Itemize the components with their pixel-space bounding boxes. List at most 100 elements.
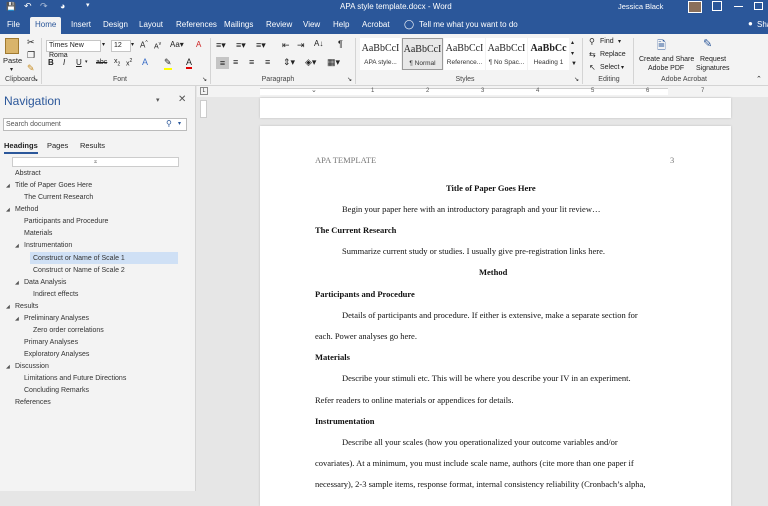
request-label-1[interactable]: Request bbox=[700, 56, 726, 63]
nav-tab-pages[interactable]: Pages bbox=[47, 141, 68, 150]
nav-item-primary[interactable]: Primary Analyses bbox=[24, 337, 78, 348]
style-normal[interactable]: AaBbCcI ¶ Normal bbox=[402, 38, 443, 70]
replace-icon[interactable]: ⇆ bbox=[589, 50, 596, 59]
nav-item-references[interactable]: References bbox=[15, 397, 51, 408]
tab-home[interactable]: Home bbox=[30, 17, 62, 34]
tell-me-box[interactable]: Tell me what you want to do bbox=[419, 20, 518, 29]
increase-indent-icon[interactable]: ⇥ bbox=[297, 40, 305, 51]
expand-triangle-icon[interactable]: ◢ bbox=[15, 280, 19, 286]
font-name-dropdown-icon[interactable]: ▾ bbox=[102, 41, 105, 48]
nav-options-icon[interactable]: ▾ bbox=[156, 96, 160, 104]
font-size-box[interactable]: 12 bbox=[111, 40, 131, 52]
expand-triangle-icon[interactable]: ◢ bbox=[15, 316, 19, 322]
autosave-icon[interactable]: ◕ bbox=[60, 1, 65, 11]
nav-item-title[interactable]: Title of Paper Goes Here bbox=[15, 180, 92, 191]
indent-marker-icon[interactable]: ⌄ bbox=[311, 86, 317, 94]
font-size-dropdown-icon[interactable]: ▾ bbox=[131, 41, 134, 48]
paper-title[interactable]: Title of Paper Goes Here bbox=[446, 183, 536, 193]
style-apa[interactable]: AaBbCcI APA style... bbox=[360, 38, 401, 70]
format-painter-icon[interactable]: ✎ bbox=[27, 63, 35, 74]
tab-layout[interactable]: Layout bbox=[134, 17, 168, 34]
horizontal-ruler[interactable]: L ⌄ 1 2 3 4 5 6 7 bbox=[197, 86, 768, 97]
borders-icon[interactable]: ▦▾ bbox=[327, 57, 340, 68]
highlight-icon[interactable]: ✎ bbox=[164, 57, 172, 70]
share-button[interactable]: Sha bbox=[757, 20, 768, 29]
styles-scroll-down-icon[interactable]: ▾ bbox=[571, 50, 574, 57]
nav-item-concluding[interactable]: Concluding Remarks bbox=[24, 385, 89, 396]
style-reference[interactable]: AaBbCcI Reference... bbox=[444, 38, 485, 70]
line-spacing-icon[interactable]: ⇕▾ bbox=[283, 57, 295, 68]
expand-triangle-icon[interactable]: ◢ bbox=[6, 364, 10, 370]
numbering-icon[interactable]: ≡▾ bbox=[236, 40, 246, 51]
current-research-paragraph[interactable]: Summarize current study or studies. I us… bbox=[342, 246, 605, 256]
grow-font-icon[interactable]: A^ bbox=[140, 40, 148, 50]
styles-scroll-up-icon[interactable]: ▴ bbox=[571, 39, 574, 46]
vertical-ruler[interactable] bbox=[200, 100, 207, 118]
participants-line-1[interactable]: Details of participants and procedure. I… bbox=[342, 310, 638, 320]
customize-toolbar-icon[interactable]: ▾ bbox=[86, 1, 90, 9]
clipboard-launcher-icon[interactable]: ↘ bbox=[33, 76, 38, 83]
nav-item-method[interactable]: Method bbox=[15, 204, 38, 215]
copy-icon[interactable]: ❐ bbox=[27, 50, 35, 61]
nav-item-exploratory[interactable]: Exploratory Analyses bbox=[24, 349, 89, 360]
tab-file[interactable]: File bbox=[2, 17, 25, 34]
superscript-icon[interactable]: x2 bbox=[126, 58, 132, 67]
nav-item-discussion[interactable]: Discussion bbox=[15, 361, 49, 372]
align-left-icon[interactable]: ≡ bbox=[216, 57, 229, 69]
paste-dropdown-icon[interactable]: ▾ bbox=[10, 66, 13, 73]
intro-paragraph[interactable]: Begin your paper here with an introducto… bbox=[342, 204, 600, 214]
instrumentation-line-1[interactable]: Describe all your scales (how you operat… bbox=[342, 437, 618, 447]
create-share-label-1[interactable]: Create and Share bbox=[639, 56, 694, 63]
justify-icon[interactable]: ≡ bbox=[265, 57, 270, 67]
heading-current-research[interactable]: The Current Research bbox=[315, 225, 396, 235]
style-no-spacing[interactable]: AaBbCcI ¶ No Spac... bbox=[486, 38, 527, 70]
instrumentation-line-2[interactable]: covariates). At a minimum, you must incl… bbox=[315, 458, 634, 468]
tab-help[interactable]: Help bbox=[328, 17, 354, 34]
find-icon[interactable]: ⚲ bbox=[589, 37, 595, 46]
nav-item-preliminary[interactable]: Preliminary Analyses bbox=[24, 313, 89, 324]
tab-mailings[interactable]: Mailings bbox=[219, 17, 258, 34]
heading-participants[interactable]: Participants and Procedure bbox=[315, 289, 415, 299]
undo-icon[interactable]: ↶ bbox=[24, 1, 32, 12]
tab-selector-icon[interactable]: L bbox=[200, 87, 208, 95]
paragraph-launcher-icon[interactable]: ↘ bbox=[347, 76, 352, 83]
heading-materials[interactable]: Materials bbox=[315, 352, 350, 362]
redo-icon[interactable]: ↷ bbox=[40, 1, 48, 12]
bullets-icon[interactable]: ≡▾ bbox=[216, 40, 226, 51]
nav-item-limitations[interactable]: Limitations and Future Directions bbox=[24, 373, 126, 384]
heading-method[interactable]: Method bbox=[479, 267, 507, 277]
create-share-label-2[interactable]: Adobe PDF bbox=[648, 65, 684, 72]
font-launcher-icon[interactable]: ↘ bbox=[202, 76, 207, 83]
text-effects-icon[interactable]: A bbox=[142, 57, 148, 67]
minimize-icon[interactable] bbox=[734, 6, 743, 7]
avatar[interactable] bbox=[688, 1, 702, 13]
nav-item-zero-order[interactable]: Zero order correlations bbox=[33, 325, 104, 336]
request-label-2[interactable]: Signatures bbox=[696, 65, 729, 72]
shrink-font-icon[interactable]: Av bbox=[154, 41, 161, 50]
tab-design[interactable]: Design bbox=[98, 17, 133, 34]
paste-button[interactable]: Paste bbox=[3, 56, 22, 65]
underline-icon[interactable]: U bbox=[76, 58, 82, 67]
align-right-icon[interactable]: ≡ bbox=[249, 57, 254, 67]
bold-icon[interactable]: B bbox=[48, 58, 54, 67]
participants-line-2[interactable]: each. Power analyses go here. bbox=[315, 331, 417, 341]
nav-item-results[interactable]: Results bbox=[15, 301, 38, 312]
search-dropdown-icon[interactable]: ▾ bbox=[178, 120, 181, 127]
instrumentation-line-3[interactable]: necessary), 2-3 sample items, response f… bbox=[315, 479, 645, 489]
strikethrough-icon[interactable]: abc bbox=[96, 59, 107, 66]
heading-instrumentation[interactable]: Instrumentation bbox=[315, 416, 375, 426]
show-marks-icon[interactable]: ¶ bbox=[338, 39, 343, 49]
nav-item-instrumentation[interactable]: Instrumentation bbox=[24, 240, 72, 251]
nav-item-participants[interactable]: Participants and Procedure bbox=[24, 216, 108, 227]
close-icon[interactable]: ✕ bbox=[178, 94, 186, 105]
nav-search-input[interactable]: Search document ⚲ ▾ bbox=[3, 118, 187, 131]
styles-more-icon[interactable]: ▼ bbox=[571, 61, 577, 67]
nav-item-materials[interactable]: Materials bbox=[24, 228, 52, 239]
sort-icon[interactable]: A↓ bbox=[314, 39, 323, 48]
decrease-indent-icon[interactable]: ⇤ bbox=[282, 40, 290, 51]
user-name[interactable]: Jessica Black bbox=[618, 2, 663, 11]
expand-triangle-icon[interactable]: ◢ bbox=[6, 304, 10, 310]
find-button[interactable]: Find bbox=[600, 38, 614, 45]
change-case-icon[interactable]: Aa▾ bbox=[170, 40, 184, 49]
tab-insert[interactable]: Insert bbox=[66, 17, 96, 34]
